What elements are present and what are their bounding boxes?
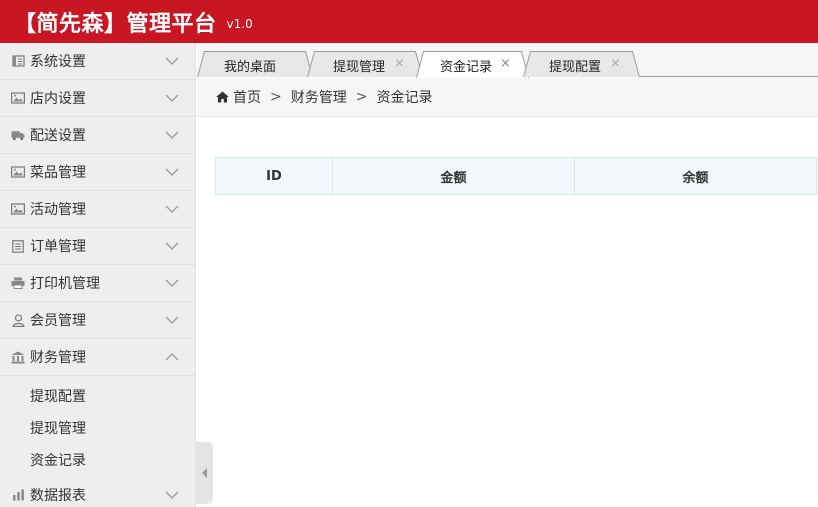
column-header-amount: 金额 [333,158,575,194]
tab-fund-records[interactable]: 资金记录 × [416,51,529,78]
chevron-down-icon [165,316,179,324]
sidebar-item-label: 配送设置 [30,128,86,144]
sidebar-item-label: 打印机管理 [30,276,100,292]
list-icon [11,239,25,253]
sidebar-item-order-management[interactable]: 订单管理 [0,228,195,265]
chevron-down-icon [165,168,179,176]
breadcrumb-separator: > [270,89,282,105]
sidebar-item-data-reports[interactable]: 数据报表 [0,476,195,507]
chevron-down-icon [165,131,179,139]
tab-label: 提现配置 [549,60,602,75]
sidebar-item-label: 会员管理 [30,313,86,329]
column-header-balance: 余额 [682,170,709,186]
sidebar-item-label: 店内设置 [30,91,86,107]
chart-icon [11,489,25,501]
chevron-down-icon [165,205,179,213]
sidebar-item-delivery-settings[interactable]: 配送设置 [0,117,195,154]
sidebar-item-system-settings[interactable]: 系统设置 [0,43,195,80]
sidebar-collapse-handle[interactable] [196,442,213,504]
sidebar-item-label: 数据报表 [30,487,86,504]
truck-icon [11,129,25,141]
sidebar: 系统设置 店内设置 配送设置 菜品管理 活动管理 订单管理 打印机管理 会员管理 [0,43,196,507]
chevron-down-icon [165,279,179,287]
breadcrumb-current: 资金记录 [376,90,433,106]
submenu-item-fund-records[interactable]: 资金记录 [0,444,195,476]
image-icon [11,166,25,178]
close-icon[interactable]: × [500,56,511,72]
fund-records-table: ID 金额 余额 [215,157,817,195]
tab-withdraw-config[interactable]: 提现配置 × [523,51,640,77]
sidebar-item-member-management[interactable]: 会员管理 [0,302,195,339]
tab-my-desktop[interactable]: 我的桌面 [197,51,313,77]
sidebar-item-activity-management[interactable]: 活动管理 [0,191,195,228]
breadcrumb-home[interactable]: 首页 [233,87,261,107]
submenu-item-withdraw-config[interactable]: 提现配置 [0,380,195,412]
home-icon [216,91,229,103]
printer-icon [11,277,25,289]
user-icon [11,313,25,327]
tab-label: 资金记录 [440,60,493,75]
sidebar-item-store-settings[interactable]: 店内设置 [0,80,195,117]
breadcrumb: 首页 > 财务管理 > 资金记录 [197,78,818,117]
sidebar-item-printer-management[interactable]: 打印机管理 [0,265,195,302]
sidebar-item-label: 财务管理 [30,350,86,366]
image-icon [11,203,25,215]
breadcrumb-finance[interactable]: 财务管理 [291,87,347,107]
app-version: v1.0 [226,16,253,31]
tab-label: 提现管理 [333,60,386,75]
column-header-id: ID [216,158,333,194]
submenu-item-withdraw-management[interactable]: 提现管理 [0,412,195,444]
tab-withdraw-management[interactable]: 提现管理 × [307,51,423,77]
sidebar-item-dish-management[interactable]: 菜品管理 [0,154,195,191]
sidebar-item-label: 订单管理 [30,239,86,255]
sidebar-item-label: 菜品管理 [30,165,86,181]
close-icon[interactable]: × [610,56,621,72]
close-icon[interactable]: × [394,56,405,72]
app-title: 【简先森】管理平台 [14,11,217,37]
tab-bar: 我的桌面 提现管理 × 资金记录 × 提现配置 × [197,43,818,78]
sidebar-item-finance-management[interactable]: 财务管理 [0,339,195,376]
breadcrumb-separator: > [355,89,368,105]
chevron-down-icon [165,242,179,250]
caret-left-icon [202,468,207,478]
app-header: 【简先森】管理平台 v1.0 [0,0,818,43]
bank-icon [11,351,25,363]
chevron-down-icon [165,57,179,65]
tab-label: 我的桌面 [224,60,277,75]
document-icon [11,55,25,67]
chevron-down-icon [165,94,179,102]
chevron-up-icon [165,353,179,361]
sidebar-item-label: 活动管理 [30,202,86,218]
sidebar-item-label: 系统设置 [30,54,86,70]
chevron-down-icon [165,491,179,499]
image-icon [11,92,25,104]
